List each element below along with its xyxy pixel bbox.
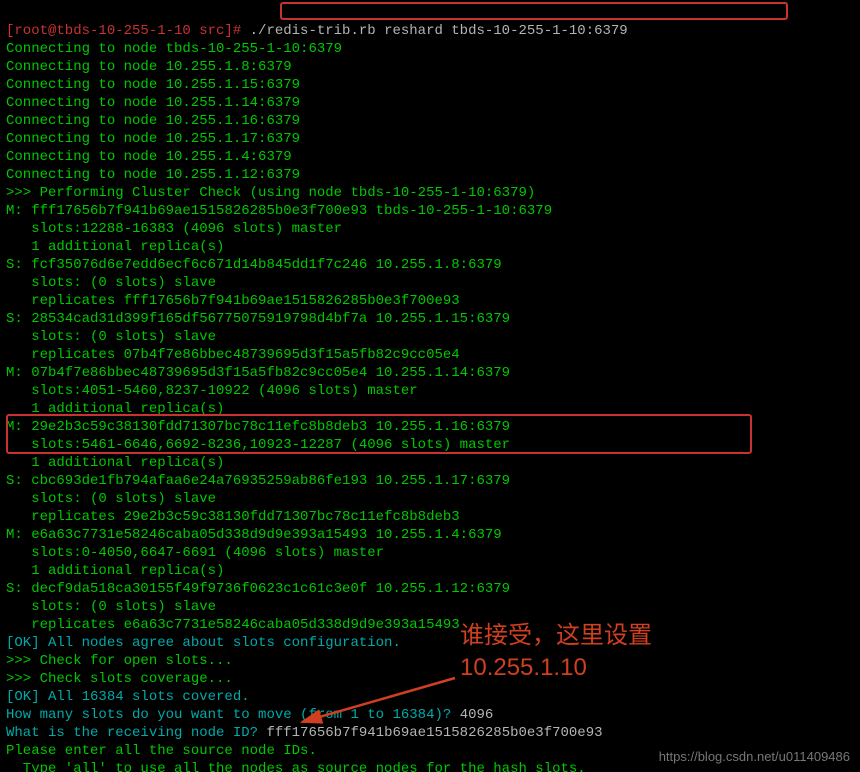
node-line: slots:5461-6646,6692-8236,10923-12287 (4… xyxy=(6,437,510,453)
node-line: replicates fff17656b7f941b69ae1515826285… xyxy=(6,293,460,309)
node-line: slots:12288-16383 (4096 slots) master xyxy=(6,221,342,237)
node-line: M: e6a63c7731e58246caba05d338d9d9e393a15… xyxy=(6,527,502,543)
node-line: M: 07b4f7e86bbec48739695d3f15a5fb82c9cc0… xyxy=(6,365,510,381)
source-ids-prompt: Please enter all the source node IDs. xyxy=(6,743,317,759)
terminal-output[interactable]: [root@tbds-10-255-1-10 src]# ./redis-tri… xyxy=(0,0,860,772)
node-line: M: 29e2b3c59c38130fdd71307bc78c11efc8b8d… xyxy=(6,419,510,435)
node-line: slots: (0 slots) slave xyxy=(6,491,216,507)
connect-line: Connecting to node 10.255.1.15:6379 xyxy=(6,77,300,93)
check-open-slots: >>> Check for open slots... xyxy=(6,653,233,669)
receiving-node-question: What is the receiving node ID? xyxy=(6,725,266,741)
shell-prompt: [root@tbds-10-255-1-10 src]# xyxy=(6,23,250,39)
slots-question: How many slots do you want to move (from… xyxy=(6,707,460,723)
connect-line: Connecting to node 10.255.1.4:6379 xyxy=(6,149,292,165)
source-ids-hint: Type 'all' to use all the nodes as sourc… xyxy=(6,761,586,772)
node-line: S: decf9da518ca30155f49f9736f0623c1c61c3… xyxy=(6,581,510,597)
connect-line: Connecting to node 10.255.1.8:6379 xyxy=(6,59,292,75)
node-line: slots: (0 slots) slave xyxy=(6,275,216,291)
node-line: S: cbc693de1fb794afaa6e24a76935259ab86fe… xyxy=(6,473,510,489)
ok-line: [OK] All nodes agree about slots configu… xyxy=(6,635,401,651)
connect-line: Connecting to node 10.255.1.12:6379 xyxy=(6,167,300,183)
node-line: S: 28534cad31d399f165df56775075919798d4b… xyxy=(6,311,510,327)
highlight-box-command xyxy=(280,2,788,20)
node-line: M: fff17656b7f941b69ae1515826285b0e3f700… xyxy=(6,203,552,219)
node-line: S: fcf35076d6e7edd6ecf6c671d14b845dd1f7c… xyxy=(6,257,502,273)
cluster-check-header: >>> Performing Cluster Check (using node… xyxy=(6,185,535,201)
connect-line: Connecting to node 10.255.1.16:6379 xyxy=(6,113,300,129)
node-line: replicates 07b4f7e86bbec48739695d3f15a5f… xyxy=(6,347,460,363)
receiving-node-answer: fff17656b7f941b69ae1515826285b0e3f700e93 xyxy=(266,725,602,741)
node-line: 1 additional replica(s) xyxy=(6,455,224,471)
check-coverage: >>> Check slots coverage... xyxy=(6,671,233,687)
node-line: slots:0-4050,6647-6691 (4096 slots) mast… xyxy=(6,545,384,561)
node-line: slots:4051-5460,8237-10922 (4096 slots) … xyxy=(6,383,418,399)
node-line: 1 additional replica(s) xyxy=(6,401,224,417)
node-line: slots: (0 slots) slave xyxy=(6,329,216,345)
connect-line: Connecting to node 10.255.1.14:6379 xyxy=(6,95,300,111)
node-line: replicates e6a63c7731e58246caba05d338d9d… xyxy=(6,617,460,633)
node-line: slots: (0 slots) slave xyxy=(6,599,216,615)
connect-line: Connecting to node tbds-10-255-1-10:6379 xyxy=(6,41,342,57)
ok-line: [OK] All 16384 slots covered. xyxy=(6,689,250,705)
slots-answer: 4096 xyxy=(460,707,494,723)
node-line: 1 additional replica(s) xyxy=(6,563,224,579)
shell-command: ./redis-trib.rb reshard tbds-10-255-1-10… xyxy=(250,23,628,39)
node-line: 1 additional replica(s) xyxy=(6,239,224,255)
node-line: replicates 29e2b3c59c38130fdd71307bc78c1… xyxy=(6,509,460,525)
connect-line: Connecting to node 10.255.1.17:6379 xyxy=(6,131,300,147)
